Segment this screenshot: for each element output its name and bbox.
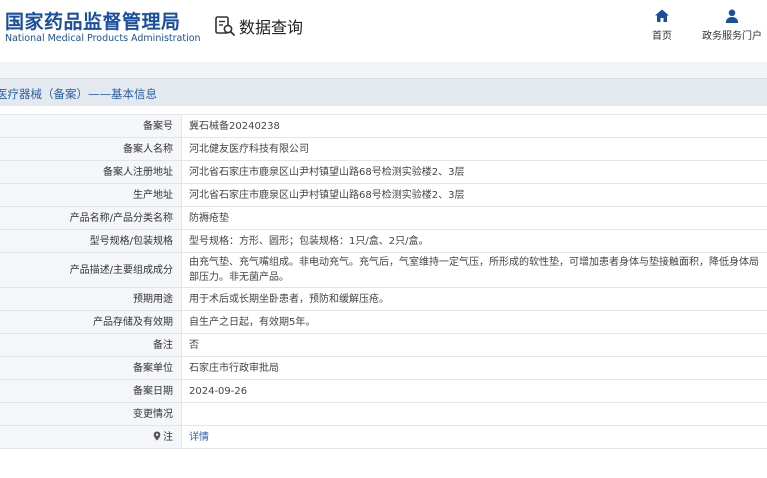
field-label: 产品描述/主要组成成分 [0, 252, 182, 288]
home-icon [655, 9, 669, 22]
field-label: 产品存储及有效期 [0, 310, 182, 334]
table-row: 备案单位 石家庄市行政审批局 [0, 356, 767, 380]
field-value [181, 402, 767, 426]
field-label: 备案日期 [0, 379, 182, 403]
field-value: 自生产之日起，有效期5年。 [181, 310, 767, 334]
field-value: 型号规格：方形、圆形；包装规格：1只/盒、2只/盒。 [181, 229, 767, 253]
table-row: 产品存储及有效期 自生产之日起，有效期5年。 [0, 310, 767, 334]
field-value: 用于术后或长期坐卧患者，预防和缓解压疮。 [181, 287, 767, 311]
field-label: 备案人注册地址 [0, 160, 182, 184]
field-value: 否 [181, 333, 767, 357]
location-pin-icon [153, 431, 161, 440]
section-header: 医疗器械（备案）——基本信息 [0, 78, 767, 106]
field-label: 产品名称/产品分类名称 [0, 206, 182, 230]
table-row: 注 详情 [0, 425, 767, 449]
field-value: 河北省石家庄市鹿泉区山尹村镇望山路68号检测实验楼2、3层 [181, 160, 767, 184]
field-label: 变更情况 [0, 402, 182, 426]
field-label: 型号规格/包装规格 [0, 229, 182, 253]
field-label: 预期用途 [0, 287, 182, 311]
table-row: 生产地址 河北省石家庄市鹿泉区山尹村镇望山路68号检测实验楼2、3层 [0, 183, 767, 207]
field-label: 备案人名称 [0, 137, 182, 161]
table-row: 变更情况 [0, 402, 767, 426]
table-row: 预期用途 用于术后或长期坐卧患者，预防和缓解压疮。 [0, 287, 767, 311]
data-query-label: 数据查询 [239, 18, 304, 37]
field-value: 冀石械备20240238 [181, 114, 767, 138]
table-row: 产品名称/产品分类名称 防褥疮垫 [0, 206, 767, 230]
nav-home[interactable]: 首页 [650, 8, 674, 42]
data-query-title: 数据查询 [214, 14, 303, 38]
field-label: 备案单位 [0, 356, 182, 380]
table-row: 备案人名称 河北健友医疗科技有限公司 [0, 137, 767, 161]
field-label: 备案号 [0, 114, 182, 138]
header-gap [0, 62, 767, 78]
details-link[interactable]: 详情 [189, 432, 209, 443]
section-title: 医疗器械（备案）——基本信息 [0, 87, 157, 101]
table-row: 产品描述/主要组成成分 由充气垫、充气嘴组成。非电动充气。充气后，气室维持一定气… [0, 252, 767, 288]
document-search-icon [215, 16, 235, 36]
table-row: 备案人注册地址 河北省石家庄市鹿泉区山尹村镇望山路68号检测实验楼2、3层 [0, 160, 767, 184]
nav-portal-label: 政务服务门户 [702, 31, 762, 42]
field-value: 2024-09-26 [181, 379, 767, 403]
site-header: 国家药品监督管理局 National Medical Products Admi… [0, 0, 767, 62]
field-value: 石家庄市行政审批局 [181, 356, 767, 380]
table-row: 备注 否 [0, 333, 767, 357]
field-value: 由充气垫、充气嘴组成。非电动充气。充气后，气室维持一定气压，所形成的软性垫，可增… [181, 252, 767, 288]
field-label: 生产地址 [0, 183, 182, 207]
field-value: 详情 [181, 425, 767, 449]
field-value: 防褥疮垫 [181, 206, 767, 230]
field-value: 河北省石家庄市鹿泉区山尹村镇望山路68号检测实验楼2、3层 [181, 183, 767, 207]
spacer [0, 106, 767, 114]
table-row: 备案日期 2024-09-26 [0, 379, 767, 403]
record-detail-table: 备案号 冀石械备20240238 备案人名称 河北健友医疗科技有限公司 备案人注… [0, 114, 767, 449]
logo-title-cn[interactable]: 国家药品监督管理局 [5, 7, 181, 34]
field-label-note: 注 [0, 425, 182, 449]
user-icon [725, 9, 739, 23]
nav-home-label: 首页 [652, 31, 672, 42]
note-label-text: 注 [163, 431, 173, 443]
field-value: 河北健友医疗科技有限公司 [181, 137, 767, 161]
table-row: 型号规格/包装规格 型号规格：方形、圆形；包装规格：1只/盒、2只/盒。 [0, 229, 767, 253]
logo-title-en[interactable]: National Medical Products Administration [5, 33, 201, 44]
nav-portal[interactable]: 政务服务门户 [700, 8, 764, 42]
field-label: 备注 [0, 333, 182, 357]
table-row: 备案号 冀石械备20240238 [0, 114, 767, 138]
